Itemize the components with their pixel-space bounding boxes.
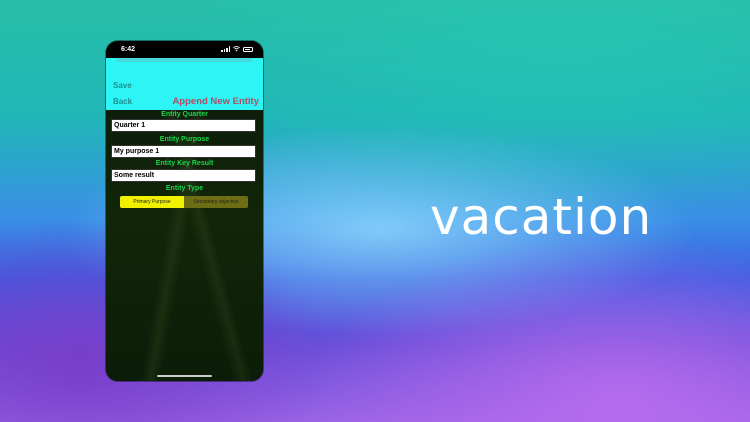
nav-top-strip: [116, 58, 253, 62]
wifi-icon: [233, 46, 240, 52]
form-area: Entity Quarter Quarter 1 Entity Purpose …: [106, 110, 263, 381]
tagline: vacation: [430, 188, 653, 246]
segment-primary-purpose[interactable]: Primary Purpose: [120, 196, 184, 208]
signal-icon: [221, 46, 230, 52]
quarter-label: Entity Quarter: [161, 111, 208, 118]
key-result-field[interactable]: Some result: [111, 169, 256, 182]
status-time: 6:42: [121, 46, 136, 53]
key-result-label: Entity Key Result: [155, 160, 214, 167]
battery-icon: [243, 46, 253, 52]
purpose-field[interactable]: My purpose 1: [111, 145, 256, 158]
status-icons: [221, 46, 253, 52]
phone-frame: 6:42 Save Back Append New Entity Entity …: [106, 41, 263, 381]
type-label: Entity Type: [165, 185, 204, 192]
home-indicator[interactable]: [157, 375, 212, 377]
purpose-label: Entity Purpose: [159, 136, 210, 143]
status-bar: 6:42: [106, 41, 263, 58]
back-button[interactable]: Back: [113, 97, 132, 106]
segment-secondary-objective[interactable]: Secondary objective: [184, 196, 248, 208]
save-button[interactable]: Save: [113, 81, 132, 90]
quarter-field[interactable]: Quarter 1: [111, 119, 256, 132]
page-title: Append New Entity: [172, 96, 259, 107]
entity-type-segmented-control: Primary Purpose Secondary objective: [120, 196, 248, 208]
